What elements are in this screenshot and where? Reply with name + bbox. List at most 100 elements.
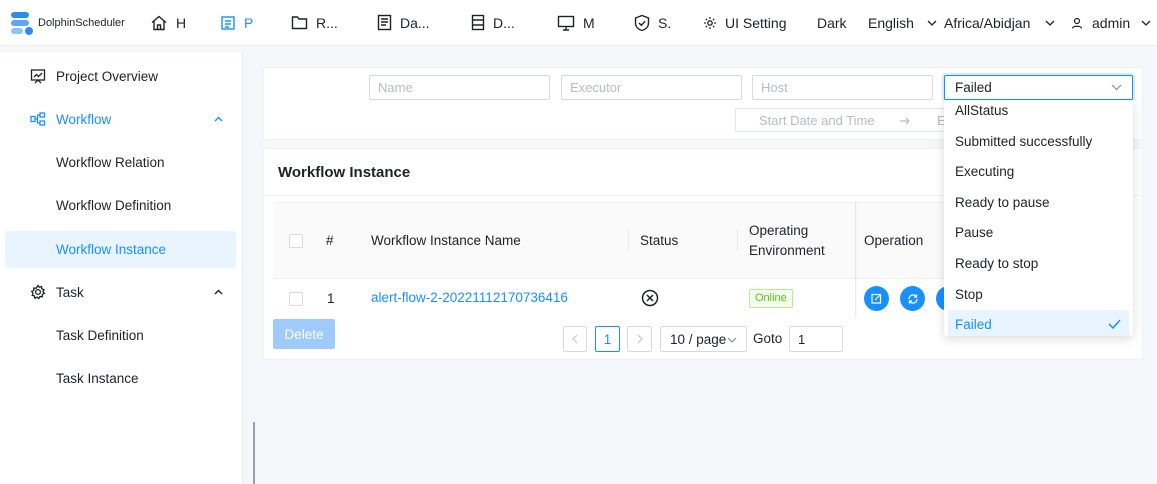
page-size-select[interactable]: 10 / page [660,326,747,352]
status-select[interactable]: Failed [944,75,1133,100]
nav-resources[interactable]: R... [291,0,338,46]
arrow-right-icon [900,117,910,125]
name-search-input[interactable] [369,75,550,100]
sidebar-item-project-overview[interactable]: Project Overview [0,58,243,94]
sidebar-item-task-instance[interactable]: Task Instance [0,360,243,396]
chevron-left-icon [572,334,578,344]
chart-board-icon [30,69,46,84]
chevron-down-icon [927,20,937,26]
chevron-down-icon [1111,84,1122,91]
column-header-env-line1: Operating [749,223,809,238]
sidebar-item-label: Task Definition [56,327,144,343]
date-range-picker[interactable]: Start Date and Time E [735,108,946,132]
fixed-column-shadow [855,202,857,318]
executor-search-input[interactable] [561,75,742,100]
monitor-icon [557,15,575,31]
nav-monitor[interactable]: M [557,0,595,46]
column-header-operation: Operation [864,233,924,248]
checkmark-icon [1108,319,1121,329]
status-option[interactable]: Executing [948,157,1129,185]
status-option[interactable]: Ready to pause [948,188,1129,216]
user-menu[interactable]: admin [1071,15,1152,31]
timezone-select[interactable]: Africa/Abidjan [944,15,1056,31]
sidebar-item-label: Workflow [56,111,112,127]
user-icon [1071,17,1083,29]
user-label: admin [1092,15,1131,31]
logo[interactable]: DolphinScheduler [8,10,143,36]
datasource-icon [471,14,485,31]
nav-ui-setting-label: UI Setting [725,14,787,31]
status-option[interactable]: Pause [948,218,1129,246]
failed-circle-x-icon [641,289,659,307]
row-checkbox[interactable] [289,292,303,306]
project-icon [221,15,235,30]
sidebar-item-workflow-relation[interactable]: Workflow Relation [0,144,243,180]
sidebar-item-workflow-instance[interactable]: Workflow Instance [5,231,236,268]
sidebar-item-label: Workflow Definition [56,197,172,213]
edit-icon [871,293,882,304]
nav-monitor-label: M [583,14,595,31]
sidebar-item-label: Task Instance [56,370,139,386]
nav-datasource[interactable]: D... [471,0,515,46]
status-option-selected[interactable]: Failed [948,310,1129,336]
status-dropdown-menu: AllStatus Submitted successfully Executi… [944,100,1133,336]
nav-ui-setting[interactable]: UI Setting [703,0,786,46]
workflow-instance-link[interactable]: alert-flow-2-20221112170736416 [371,290,568,305]
chevron-right-icon [637,334,643,344]
select-all-checkbox[interactable] [289,234,303,248]
theme-toggle[interactable]: Dark [817,15,847,31]
chevron-up-icon [214,116,223,122]
status-option[interactable]: AllStatus [948,100,1129,124]
status-option[interactable]: Submitted successfully [948,127,1129,155]
column-header-index: # [326,233,334,248]
nav-project-label: P [244,14,254,31]
goto-page-input[interactable] [789,326,843,352]
security-icon [634,14,650,31]
folder-icon [291,16,308,30]
edit-button[interactable] [864,286,889,311]
environment-tag: Online [749,289,793,308]
sidebar-item-workflow[interactable]: Workflow [0,101,243,137]
nav-security[interactable]: S. [634,0,671,46]
page-1-button[interactable]: 1 [595,326,620,352]
chevron-down-icon [1045,20,1055,26]
rerun-button[interactable] [900,286,925,311]
home-icon [151,15,167,30]
nav-project[interactable]: P [220,0,253,46]
sidebar-item-label: Workflow Relation [56,154,165,170]
chevron-down-icon [727,337,737,343]
language-select[interactable]: English [868,15,938,31]
column-header-name[interactable]: Workflow Instance Name [371,233,521,248]
status-option[interactable]: Ready to stop [948,249,1129,277]
nav-home[interactable]: H [150,0,186,46]
theme-label: Dark [817,15,847,31]
status-option-label: Failed [955,316,992,332]
timezone-label: Africa/Abidjan [944,15,1031,31]
dolphinscheduler-logo-icon [11,11,33,35]
column-separator [628,229,629,251]
nav-home-label: H [176,14,187,31]
language-label: English [868,15,914,31]
nav-data-quality[interactable]: Da... [377,0,430,46]
start-date-placeholder: Start Date and Time [759,113,875,128]
sidebar-item-label: Project Overview [56,68,159,84]
card-title: Workflow Instance [278,164,411,181]
gear-icon [704,16,716,29]
sidebar-item-task-definition[interactable]: Task Definition [0,317,243,353]
column-header-status: Status [640,233,679,248]
column-separator [737,229,738,251]
nav-resources-label: R... [316,14,338,31]
sidebar-item-task[interactable]: Task [0,274,243,310]
chevron-down-icon [1141,20,1151,26]
sidebar-item-workflow-definition[interactable]: Workflow Definition [0,187,243,223]
host-search-input[interactable] [752,75,933,100]
prev-page-button[interactable] [563,326,587,352]
nav-datasource-label: D... [493,14,515,31]
next-page-button[interactable] [627,326,652,352]
sidebar-item-label: Task [56,284,84,300]
scrollbar[interactable] [253,422,255,484]
sidebar-item-label: Workflow Instance [56,242,167,257]
delete-button[interactable]: Delete [273,319,335,349]
row-index: 1 [327,291,335,306]
status-option[interactable]: Stop [948,280,1129,308]
